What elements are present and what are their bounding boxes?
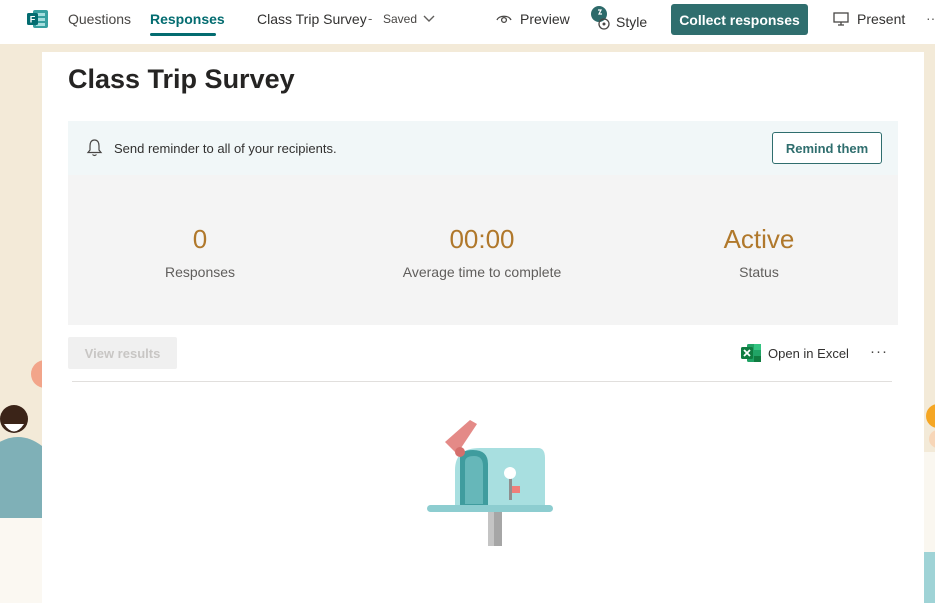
stat-status: Active Status [639, 224, 879, 280]
form-title-dropdown[interactable]: Class Trip Survey [257, 11, 367, 27]
monitor-icon [833, 12, 849, 26]
top-bar: F Questions Responses Class Trip Survey … [0, 0, 935, 44]
stat-status-value: Active [723, 224, 795, 254]
chevron-down-icon[interactable] [422, 13, 436, 25]
preview-label: Preview [520, 11, 570, 27]
page-title: Class Trip Survey [68, 64, 295, 94]
reminder-text: Send reminder to all of your recipients. [114, 141, 337, 156]
present-label: Present [857, 11, 906, 27]
stat-responses-label: Responses [164, 264, 236, 280]
eye-icon [496, 15, 512, 24]
view-results-button[interactable]: View results [68, 337, 177, 369]
present-button[interactable]: Present [833, 11, 905, 27]
forms-logo-icon[interactable]: F [27, 9, 49, 29]
tab-questions[interactable]: Questions [68, 11, 131, 27]
decorative-people-illustration [0, 44, 42, 603]
svg-text:F: F [30, 15, 36, 25]
more-options-button[interactable]: ·· [926, 10, 935, 26]
stat-responses-value: 0 [192, 224, 208, 254]
decorative-person-illustration [924, 44, 935, 603]
mailbox-illustration [427, 420, 553, 546]
remind-them-button[interactable]: Remind them [772, 132, 882, 164]
excel-icon [741, 344, 761, 362]
title-separator: - [368, 11, 373, 26]
open-in-excel-button[interactable]: Open in Excel [741, 343, 849, 363]
open-in-excel-label: Open in Excel [768, 345, 849, 361]
tab-responses[interactable]: Responses [150, 11, 225, 27]
active-tab-indicator [150, 33, 216, 36]
style-button[interactable]: Style [591, 6, 648, 32]
preview-button[interactable]: Preview [496, 11, 570, 27]
more-actions-button[interactable]: ··· [870, 343, 888, 360]
palette-icon [598, 9, 610, 30]
stat-average-time-value: 00:00 [449, 224, 515, 254]
collect-responses-button[interactable]: Collect responses [671, 4, 808, 35]
style-label: Style [616, 14, 648, 30]
save-status: Saved [383, 12, 418, 26]
stat-average-time-label: Average time to complete [402, 264, 562, 280]
stat-average-time: 00:00 Average time to complete [362, 224, 602, 280]
stat-responses: 0 Responses [80, 224, 320, 280]
bell-icon [86, 139, 103, 157]
section-divider [72, 381, 892, 382]
stat-status-label: Status [739, 264, 779, 280]
